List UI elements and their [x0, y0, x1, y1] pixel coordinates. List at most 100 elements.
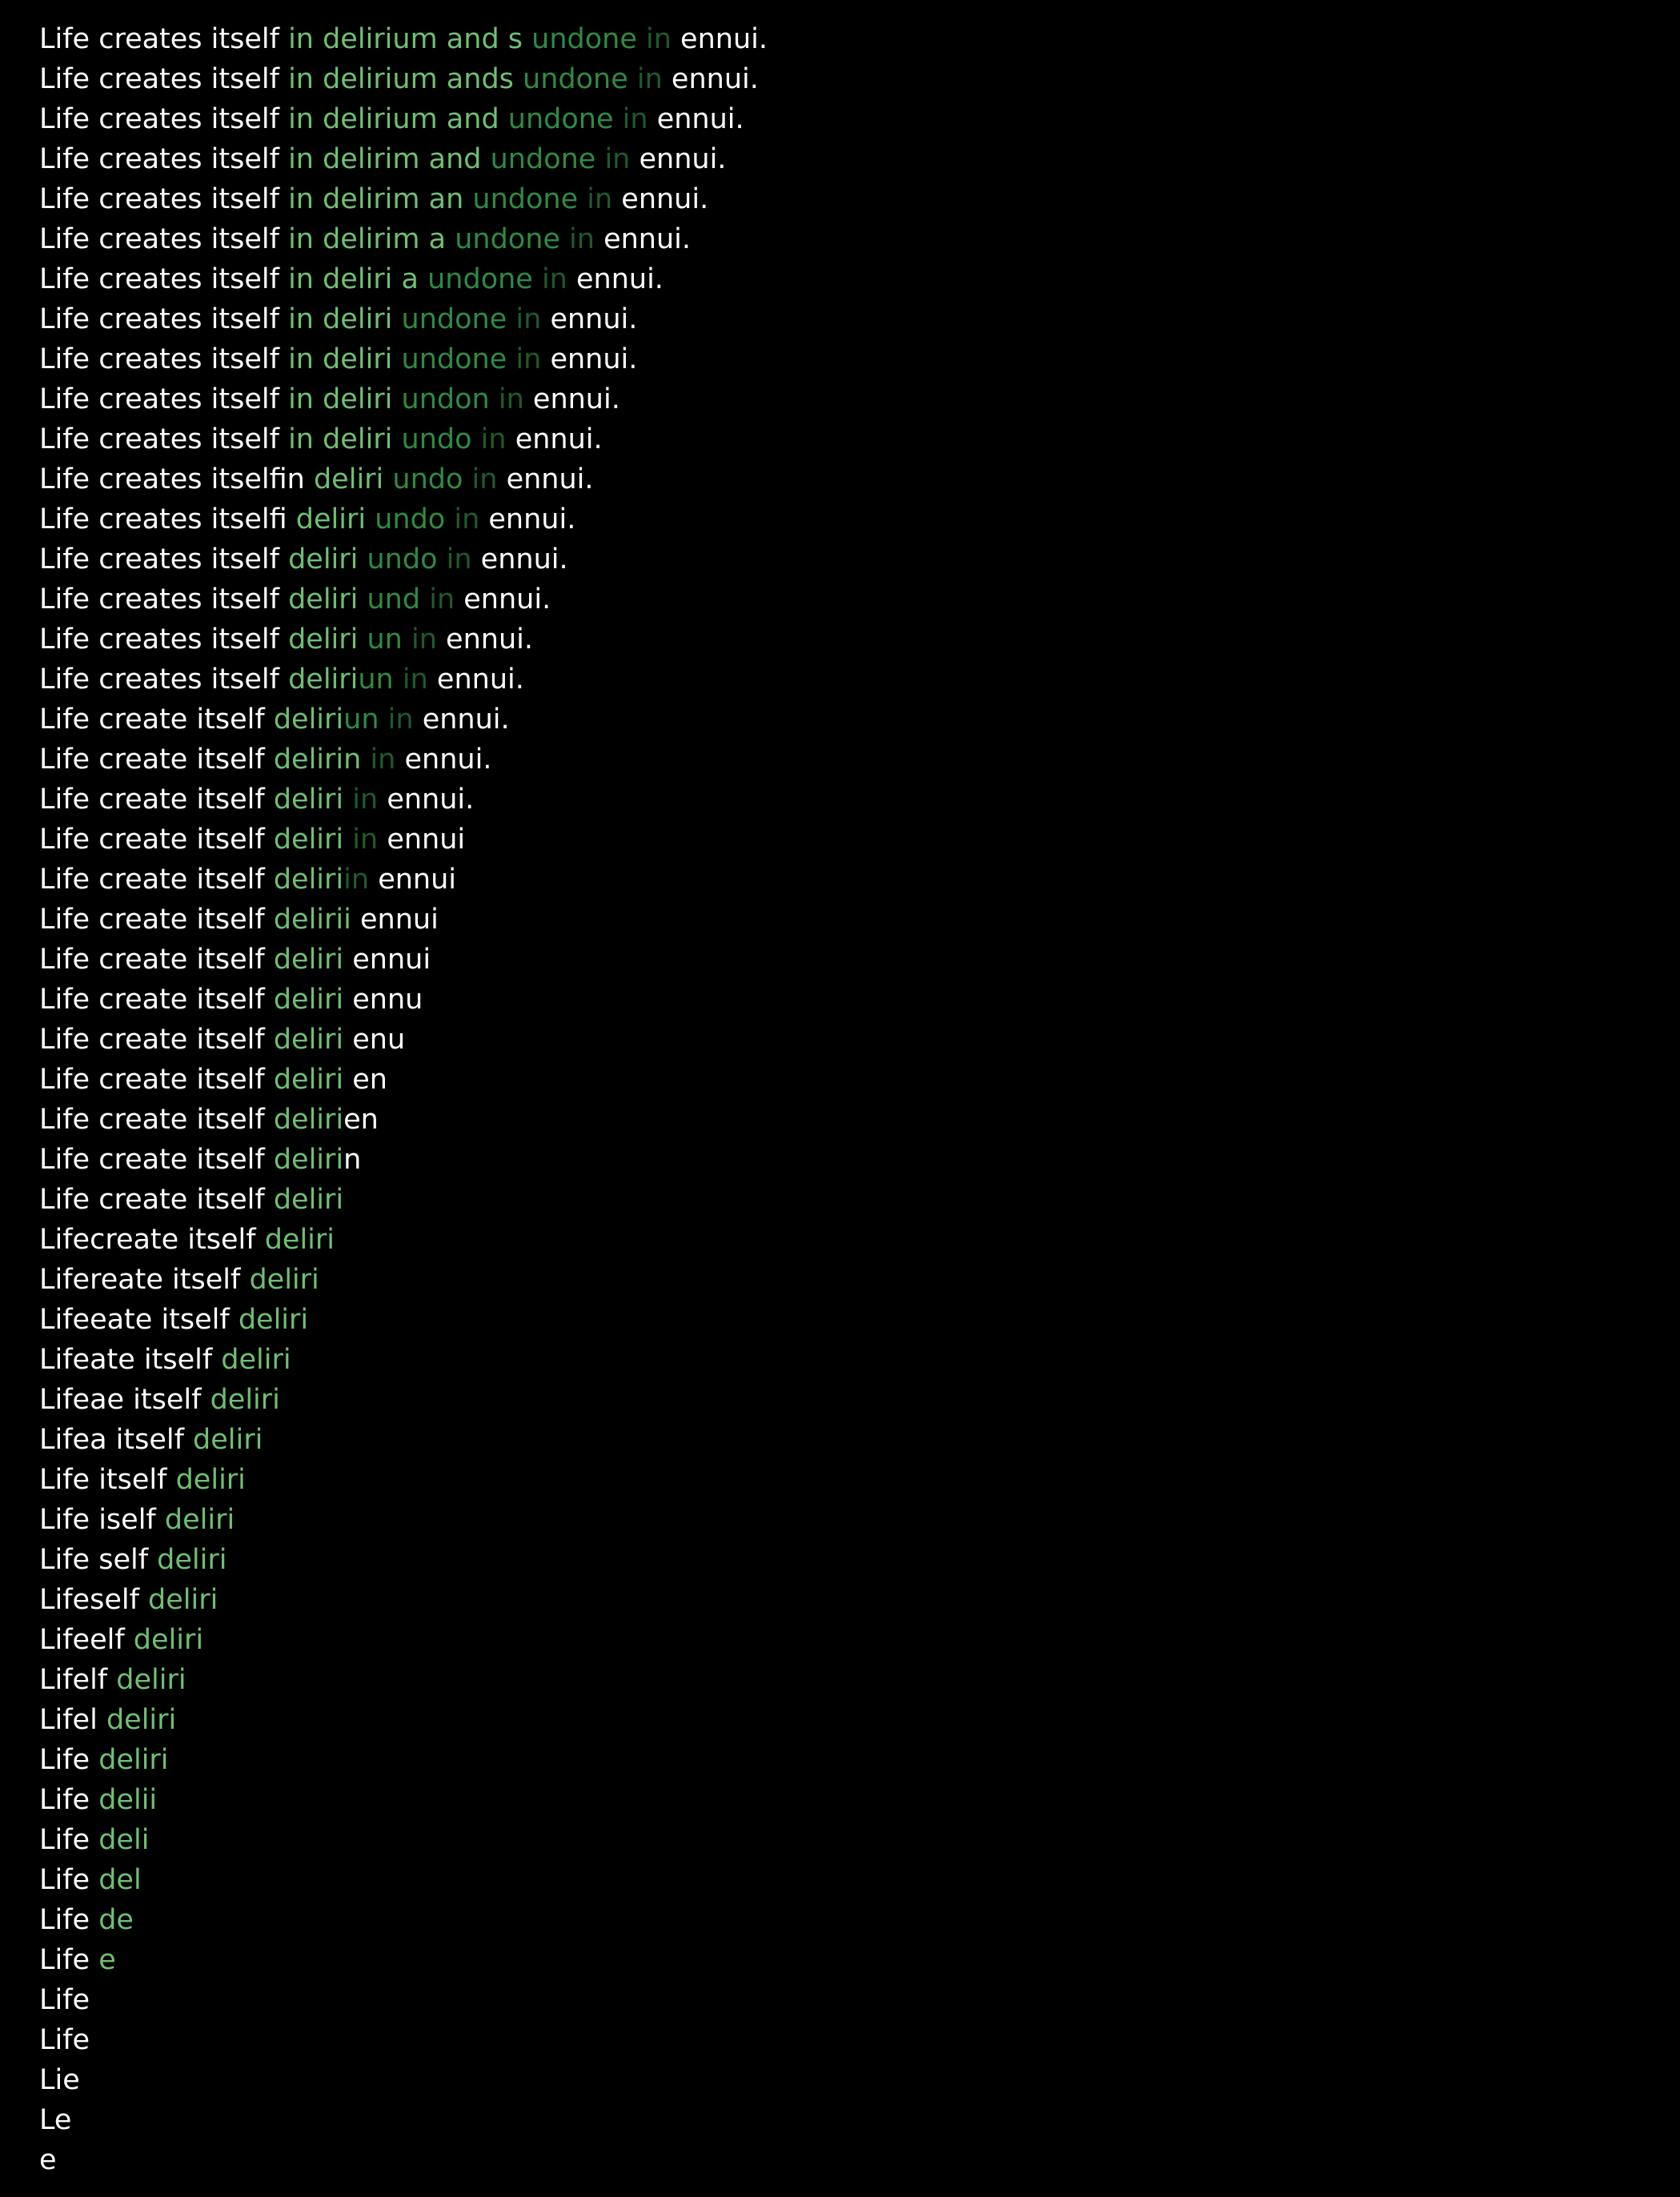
poem-line-segment: Life create itself [39, 1024, 274, 1056]
poem-line-segment: deliri [264, 1224, 335, 1256]
poem-line: Life e [39, 1940, 768, 1980]
poem-line-segment: Life create itself [39, 904, 274, 936]
poem-line-segment: Life create itself [39, 1064, 274, 1096]
poem-line: Life del [39, 1860, 768, 1900]
poem-line-segment: Life creates itself [39, 543, 289, 575]
poem-line-segment: en [352, 1064, 387, 1096]
poem-line: Lifeeate itself deliri [39, 1300, 768, 1340]
poem-line-segment: undone [523, 63, 637, 95]
poem-line-segment: in [515, 343, 551, 375]
poem-line: Life create itself delirin in ennui. [39, 740, 768, 780]
poem-line-segment: Life creates itself [39, 103, 289, 135]
poem-line-segment: ennui. [680, 23, 768, 55]
poem-line-segment: n [343, 1144, 362, 1176]
poem-line: Life creates itself in deliri undon in e… [39, 379, 768, 419]
poem-line-segment: deliri [273, 824, 353, 856]
poem-line-segment: ennui. [480, 543, 568, 575]
poem-line-segment: Life creates itself [39, 143, 289, 175]
poem-line-segment: in [480, 423, 515, 455]
poem-line: Life [39, 2020, 768, 2060]
poem-line-segment: ennui. [404, 744, 492, 776]
poem-line-segment: Lifeate itself [39, 1344, 222, 1376]
poem-line-segment: in delirium and s [288, 23, 532, 55]
poem-line-segment: Lifea itself [39, 1424, 194, 1456]
poem-line: Life de [39, 1900, 768, 1940]
poem-line-segment: deliri [273, 704, 344, 736]
poem-line: Lifereate itself deliri [39, 1260, 768, 1300]
poem-line-segment: Life create itself [39, 1104, 274, 1136]
poem-line-segment: in deliri [288, 423, 402, 455]
poem-line-segment: ennui. [671, 63, 759, 95]
poem-line-segment: in [569, 223, 604, 255]
poem-line-segment: ennui. [550, 303, 638, 335]
poem-line-segment: Life creates itself [39, 343, 289, 375]
poem-line-segment: deliri [288, 623, 367, 655]
poem-line-segment: deliri [193, 1424, 263, 1456]
poem-line: Lifelf deliri [39, 1660, 768, 1700]
poem-line-segment: deliri [273, 1064, 353, 1096]
poem-line-segment: e [98, 1944, 116, 1976]
poem-line-segment: Le [39, 2104, 72, 2136]
poem-line-segment: Life create itself [39, 944, 274, 976]
poem-line: Life creates itself in delirium and undo… [39, 99, 768, 139]
poem-line: Life creates itself deliri un in ennui. [39, 619, 768, 660]
poem-line-segment: Life [39, 1744, 99, 1776]
poem-line-segment: Life creates itselfin [39, 463, 314, 495]
poem-line-segment: in [515, 303, 551, 335]
poem-line-segment: deliri [288, 583, 367, 615]
poem-line-segment: in [370, 744, 405, 776]
poem-line-segment: deliri [273, 784, 353, 816]
poem-line-segment: in [411, 623, 447, 655]
poem-line-segment: ennui. [422, 704, 510, 736]
poem-line-segment: in [454, 503, 489, 535]
poem-line: Life create itself deliri ennu [39, 980, 768, 1020]
poem-line-segment: deliri [148, 1584, 219, 1616]
poem-line-segment: Life iself [39, 1504, 165, 1536]
poem-line-segment: in [343, 864, 379, 896]
poem-line-segment: in [352, 824, 387, 856]
poem-line-segment: in [587, 183, 622, 215]
poem-line-segment: Lifelf [39, 1664, 117, 1696]
poem-line: Life create itself deliri [39, 1180, 768, 1220]
poem-line-segment: in delirim a [288, 223, 455, 255]
poem-line-segment: Life [39, 1784, 99, 1816]
poem-line: Life deliri [39, 1740, 768, 1780]
poem-line-segment: deliri [98, 1744, 169, 1776]
poem-line-segment: in [471, 463, 507, 495]
poem-line-segment: Lifecreate itself [39, 1224, 265, 1256]
poem-line-segment: en [343, 1104, 379, 1136]
poem-line-segment: Life [39, 1864, 99, 1896]
poem-line-segment: e [39, 2144, 57, 2176]
poem-line-segment: Life [39, 1904, 99, 1936]
poem-line-segment: ennui. [550, 343, 638, 375]
poem-line-segment: undone [401, 303, 516, 335]
poem-line: Life [39, 1980, 768, 2020]
poem-line-segment: deliri [273, 1184, 344, 1216]
poem-line-segment: deliri [238, 1304, 309, 1336]
poem-line-segment: Life creates itself [39, 664, 289, 696]
poem-line: Life create itself deliri en [39, 1060, 768, 1100]
poem-line-segment: Life create itself [39, 1144, 274, 1176]
poem-line-segment: un [358, 664, 403, 696]
poem-line-segment: deliri [273, 984, 353, 1016]
poem-line: Life creates itself in delirim and undon… [39, 139, 768, 179]
poem-line-segment: Lifeelf [39, 1624, 134, 1656]
poem-line-segment: in [387, 704, 423, 736]
poem-line-segment: in [402, 664, 437, 696]
poem-line-segment: ennui [378, 864, 456, 896]
poem-line-segment: Lifeae itself [39, 1384, 211, 1416]
poem-line-segment: ennui. [603, 223, 692, 255]
poem-line-segment: ennui [360, 904, 439, 936]
poem-line-segment: ennui. [576, 263, 664, 295]
poem-line-segment: Life creates itself [39, 423, 289, 455]
poem-line-segment: deliri [273, 944, 353, 976]
poem-line-segment: ennui. [488, 503, 576, 535]
poem-line-segment: Life create itself [39, 704, 274, 736]
poem-line: Life create itself deliri in ennui [39, 820, 768, 860]
poem-line: Life create itself delirin [39, 1140, 768, 1180]
poem-line: Life creates itself in delirim a undone … [39, 219, 768, 259]
poem-line-segment: deliri [288, 543, 367, 575]
poem-line-segment: in deliri [288, 343, 402, 375]
poem-line-segment: undo [375, 503, 455, 535]
poem-line: Lifeself deliri [39, 1580, 768, 1620]
